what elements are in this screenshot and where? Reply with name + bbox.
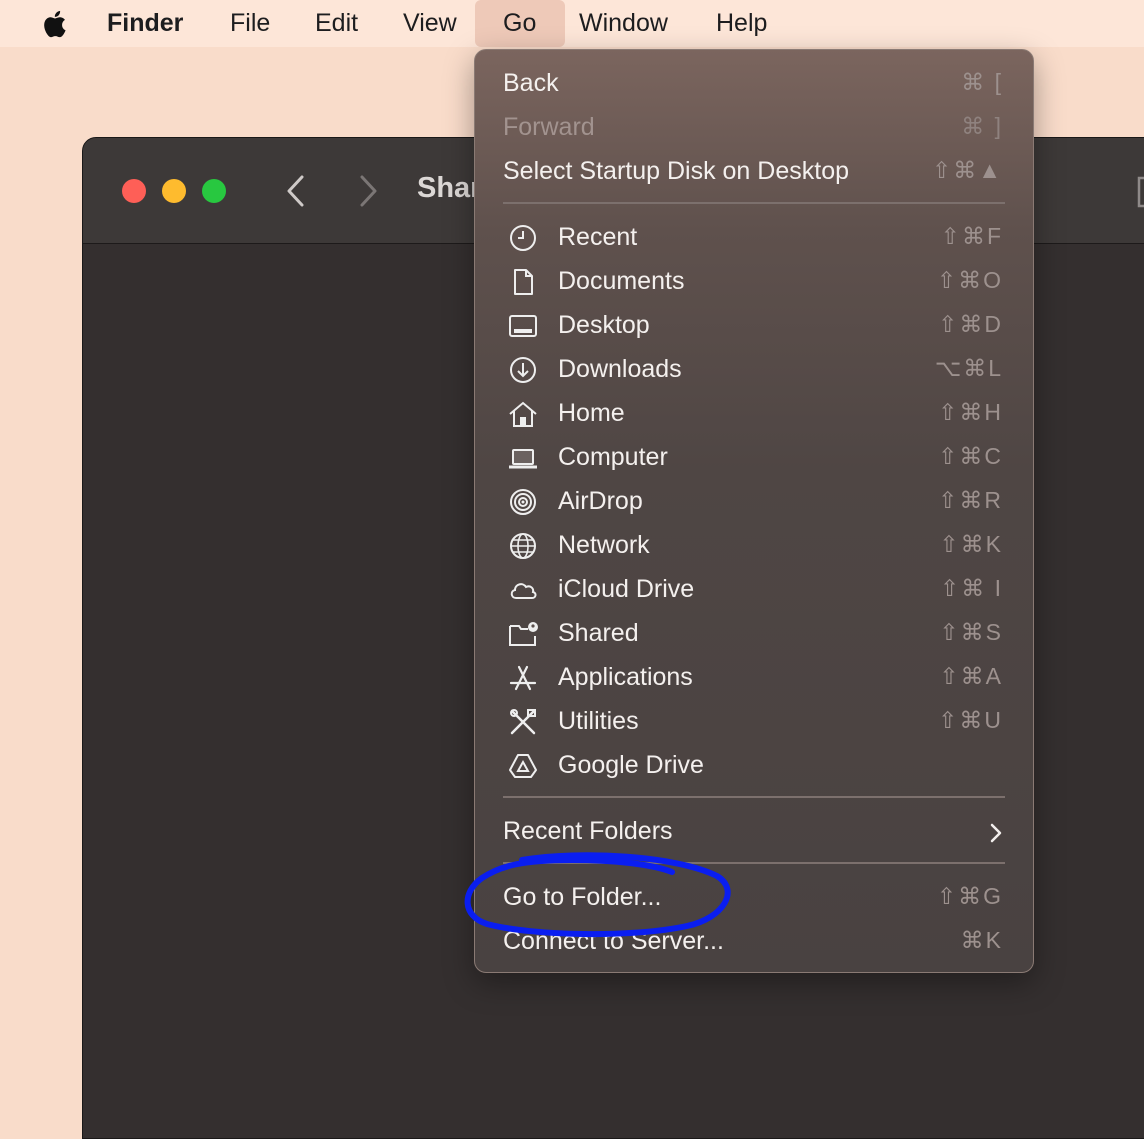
menu-view[interactable]: View — [403, 0, 457, 47]
shortcut-label: ⇧⌘C — [938, 443, 1003, 469]
menu-window[interactable]: Window — [579, 0, 668, 47]
shortcut-label: ⇧⌘S — [939, 619, 1003, 645]
menu-item-label: Applications — [558, 663, 693, 691]
home-icon — [509, 401, 537, 427]
go-menu-dropdown: Back ⌘ [ Forward ⌘ ] Select Startup Disk… — [474, 49, 1034, 973]
shortcut-label: ⇧⌘G — [936, 883, 1003, 909]
menu-item-forward: Forward ⌘ ] — [475, 106, 1033, 150]
menu-item-downloads[interactable]: Downloads ⌥⌘L — [475, 348, 1033, 392]
menu-item-documents[interactable]: Documents ⇧⌘O — [475, 260, 1033, 304]
menu-item-airdrop[interactable]: AirDrop ⇧⌘R — [475, 480, 1033, 524]
menu-bar: Finder File Edit View Go Window Help — [0, 0, 1144, 47]
menu-item-label: Utilities — [558, 707, 639, 735]
zoom-window-button[interactable] — [202, 179, 226, 203]
minimize-window-button[interactable] — [162, 179, 186, 203]
menu-item-label: Recent Folders — [503, 817, 673, 845]
back-chevron-icon[interactable] — [283, 174, 309, 208]
menu-item-home[interactable]: Home ⇧⌘H — [475, 392, 1033, 436]
shortcut-label: ⇧⌘K — [939, 531, 1003, 557]
menu-item-desktop[interactable]: Desktop ⇧⌘D — [475, 304, 1033, 348]
menu-item-shared[interactable]: Shared ⇧⌘S — [475, 612, 1033, 656]
menu-item-label: Shared — [558, 619, 639, 647]
clock-icon — [510, 225, 536, 251]
menu-item-label: AirDrop — [558, 487, 643, 515]
forward-chevron-icon[interactable] — [355, 174, 381, 208]
shortcut-label: ⇧⌘F — [940, 223, 1003, 249]
menu-item-label: Computer — [558, 443, 668, 471]
airdrop-icon — [510, 489, 536, 515]
shortcut-label: ⌥⌘L — [934, 355, 1003, 381]
menu-item-connect-to-server[interactable]: Connect to Server... ⌘K — [475, 920, 1033, 964]
menu-item-label: Connect to Server... — [503, 927, 724, 955]
menu-item-go-to-folder[interactable]: Go to Folder... ⇧⌘G — [475, 876, 1033, 920]
shortcut-label: ⇧⌘R — [938, 487, 1003, 513]
menu-item-label: Home — [558, 399, 625, 427]
menu-item-label: Back — [503, 69, 559, 97]
document-icon — [514, 269, 533, 295]
menu-item-back[interactable]: Back ⌘ [ — [475, 62, 1033, 106]
globe-icon — [510, 533, 536, 559]
menu-item-recent-folders[interactable]: Recent Folders — [475, 810, 1033, 854]
download-icon — [510, 357, 536, 383]
utilities-icon — [510, 709, 536, 735]
menu-item-label: Forward — [503, 113, 595, 141]
menu-item-label: Google Drive — [558, 751, 704, 779]
chevron-right-icon — [990, 823, 1002, 843]
menu-go[interactable]: Go — [475, 0, 565, 47]
menu-edit[interactable]: Edit — [315, 0, 358, 47]
menu-item-recent[interactable]: Recent ⇧⌘F — [475, 216, 1033, 260]
menu-file[interactable]: File — [230, 0, 270, 47]
shortcut-label: ⇧⌘O — [936, 267, 1003, 293]
shortcut-label: ⇧⌘▲ — [931, 157, 1003, 183]
close-window-button[interactable] — [122, 179, 146, 203]
cloud-icon — [510, 583, 537, 599]
menu-item-label: Network — [558, 531, 650, 559]
menu-separator — [503, 202, 1005, 204]
shared-folder-icon — [509, 622, 538, 646]
toolbar-trash-icon[interactable] — [1137, 176, 1144, 208]
apple-logo-icon[interactable] — [40, 9, 68, 39]
menu-item-network[interactable]: Network ⇧⌘K — [475, 524, 1033, 568]
window-title: Shar — [417, 172, 482, 204]
applications-icon — [509, 665, 537, 691]
menu-item-label: Go to Folder... — [503, 883, 662, 911]
shortcut-label: ⇧⌘H — [938, 399, 1003, 425]
menu-item-label: Select Startup Disk on Desktop — [503, 157, 849, 185]
menu-separator — [503, 862, 1005, 864]
shortcut-label: ⇧⌘A — [939, 663, 1003, 689]
menu-item-computer[interactable]: Computer ⇧⌘C — [475, 436, 1033, 480]
menu-item-label: Downloads — [558, 355, 682, 383]
laptop-icon — [509, 449, 537, 469]
shortcut-label: ⇧⌘ I — [939, 575, 1003, 601]
menu-finder[interactable]: Finder — [107, 0, 183, 47]
desktop-icon — [509, 315, 537, 337]
menu-go-label: Go — [503, 9, 537, 37]
menu-item-select-startup-disk[interactable]: Select Startup Disk on Desktop ⇧⌘▲ — [475, 150, 1033, 194]
shortcut-label: ⌘K — [960, 927, 1003, 953]
menu-separator — [503, 796, 1005, 798]
shortcut-label: ⇧⌘D — [938, 311, 1003, 337]
menu-item-label: Recent — [558, 223, 638, 251]
shortcut-label: ⌘ [ — [961, 69, 1003, 95]
menu-help[interactable]: Help — [716, 0, 767, 47]
menu-item-icloud-drive[interactable]: iCloud Drive ⇧⌘ I — [475, 568, 1033, 612]
google-drive-icon — [509, 754, 537, 778]
menu-item-applications[interactable]: Applications ⇧⌘A — [475, 656, 1033, 700]
menu-item-label: Documents — [558, 267, 685, 295]
menu-item-utilities[interactable]: Utilities ⇧⌘U — [475, 700, 1033, 744]
menu-item-label: Desktop — [558, 311, 650, 339]
menu-item-google-drive[interactable]: Google Drive — [475, 744, 1033, 788]
shortcut-label: ⌘ ] — [961, 113, 1003, 139]
menu-item-label: iCloud Drive — [558, 575, 695, 603]
shortcut-label: ⇧⌘U — [938, 707, 1003, 733]
